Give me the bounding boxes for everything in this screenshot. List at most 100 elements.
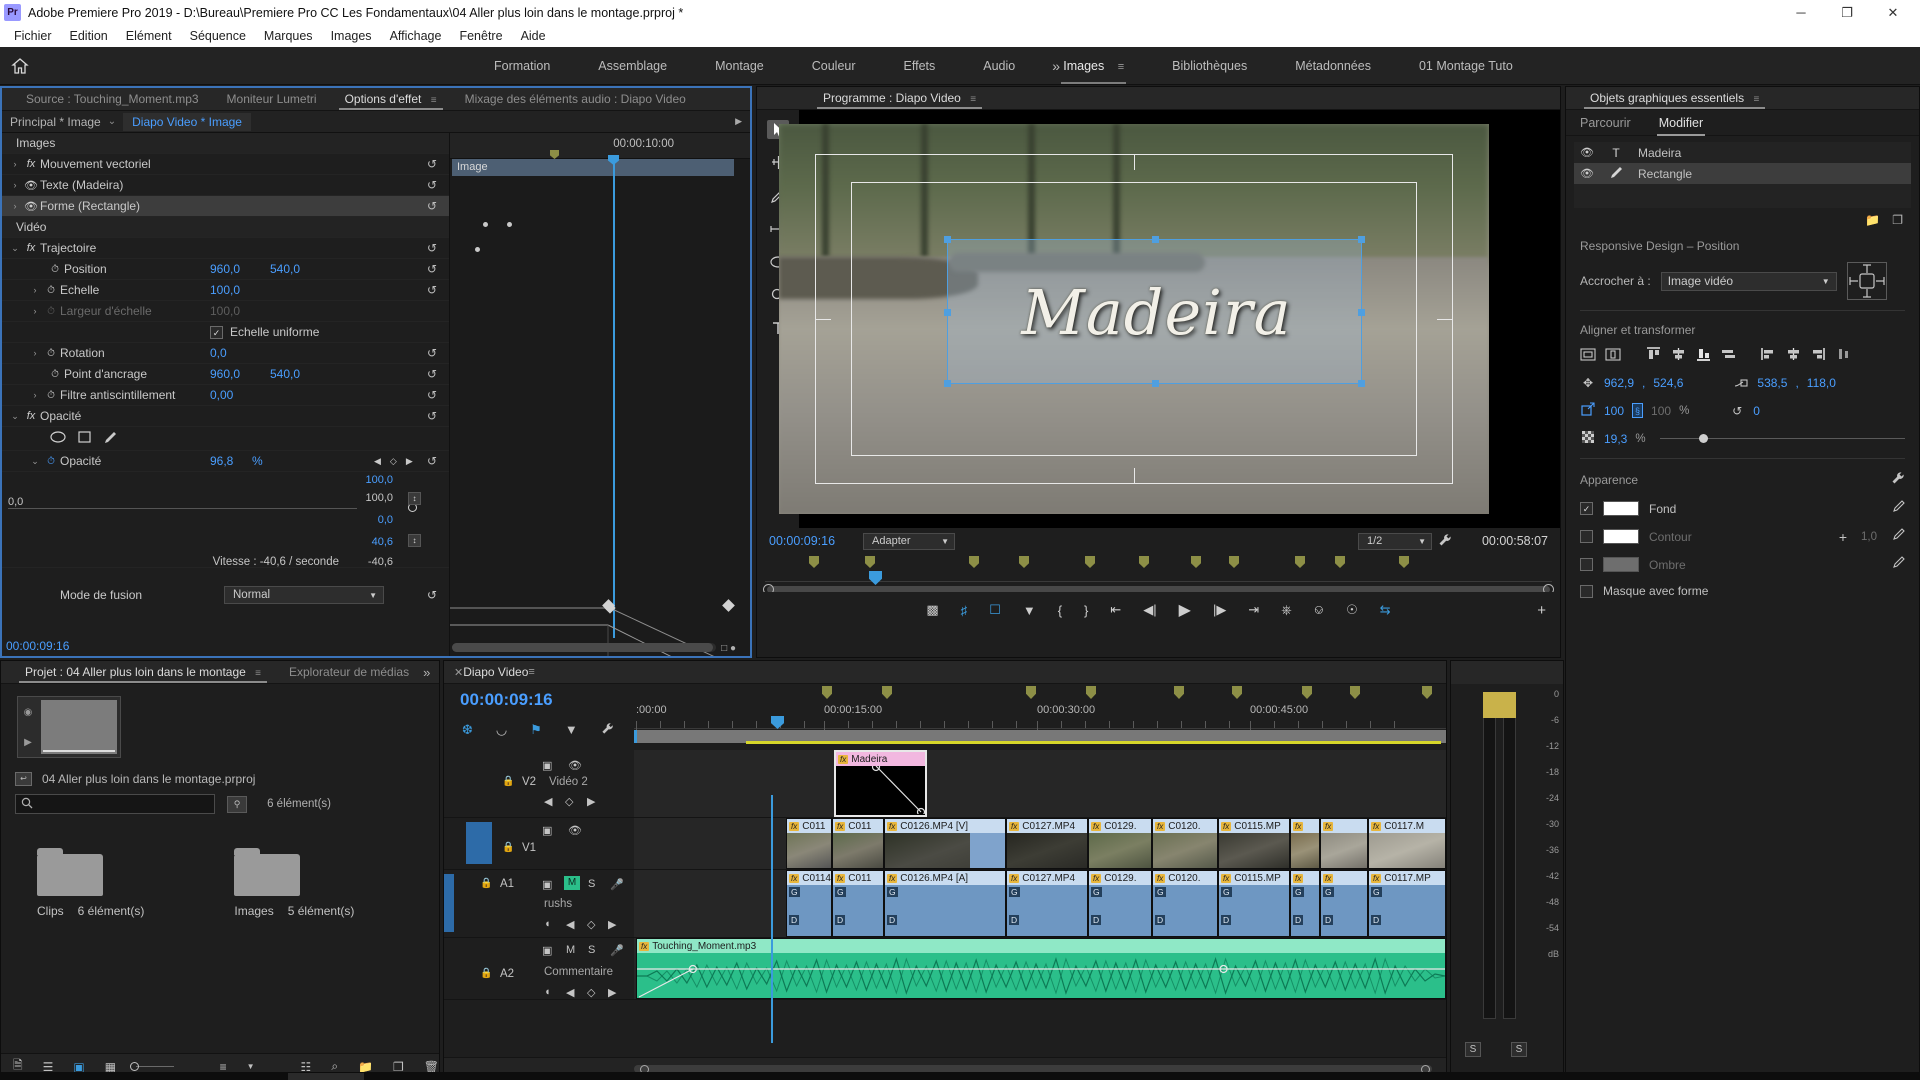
tab-audio-mixer[interactable]: Mixage des éléments audio : Diapo Video [451,92,700,106]
reset-icon[interactable]: ↺ [427,367,437,381]
clip-a1-6[interactable]: fx C0120. G D [1152,870,1218,937]
track-a2-area[interactable]: fx Touching_Moment.mp3 [634,938,1446,1000]
opacity-slider-track[interactable] [8,508,357,509]
reset-icon[interactable]: ↺ [427,388,437,402]
track-name[interactable]: Commentaire [544,966,613,978]
property-value[interactable]: 0,0 [210,346,227,360]
twirl-icon[interactable]: ⌄ [8,411,22,422]
clip-a1-2[interactable]: fx C011 G D [832,870,884,937]
solo-button-left[interactable]: S [1465,1042,1481,1057]
tab-modifier[interactable]: Modifier [1656,116,1706,136]
mark-out-icon[interactable]: } [1084,603,1088,618]
eyedropper-icon[interactable] [1891,528,1905,545]
property-value-x[interactable]: 960,0 [210,262,240,276]
resize-handle-bl[interactable] [944,380,951,387]
eyedropper-icon[interactable] [1891,500,1905,517]
monitor-current-timecode[interactable]: 00:00:09:16 [769,534,835,548]
ec-timeline-ruler[interactable]: 00:00:10:00 [450,133,750,159]
workspace-tab-couleur[interactable]: Couleur [788,59,880,73]
blend-mode-select[interactable]: Normal ▼ [224,586,384,604]
twirl-icon[interactable]: › [8,180,22,190]
bin-images[interactable]: Images 5 élément(s) [234,848,354,918]
marker-icon[interactable] [882,686,892,699]
solo-button-right[interactable]: S [1511,1042,1527,1057]
marker-icon[interactable] [1174,686,1184,699]
clip-v1-9[interactable]: fx [1320,818,1368,869]
marker-icon[interactable] [809,556,819,568]
mark-in-icon[interactable]: { [1058,603,1062,618]
track-header-a2[interactable]: 🔒 A2 ▣ M S 🎤 Commentaire ◖ ◀ ◇ ▶ [444,938,634,1000]
workspace-tab-formation[interactable]: Formation [470,59,574,73]
workspace-tab-metadonnees[interactable]: Métadonnées [1271,59,1395,73]
workspace-tab-effets[interactable]: Effets [880,59,960,73]
marker-icon[interactable] [1232,686,1242,699]
tab-lumetri-monitor[interactable]: Moniteur Lumetri [213,92,331,106]
keyframe-marker[interactable] [475,247,480,252]
resize-handle-br[interactable] [1358,380,1365,387]
tab-effect-controls[interactable]: Options d'effet ≡ [331,92,451,110]
panel-burger-icon[interactable]: ≡ [528,666,534,678]
anchor-x-value[interactable]: 538,5 [1757,376,1787,390]
menu-item-images[interactable]: Images [322,29,381,43]
voice-record-icon[interactable]: 🎤 [610,944,624,957]
track-v2-area[interactable]: fx Madeira [634,750,1446,818]
clip-a1-4[interactable]: fx C0127.MP4 G D [1006,870,1088,937]
marker-icon[interactable] [1399,556,1409,568]
title-text-overlay[interactable]: Madeira [959,242,1354,382]
menu-item-affichage[interactable]: Affichage [381,29,451,43]
timeline-settings-icon[interactable] [601,722,614,738]
clip-v1-7[interactable]: fx C0115.MP [1218,818,1290,869]
marker-icon[interactable]: ▼ [565,722,578,738]
clip-a1-9[interactable]: fx G D [1320,870,1368,937]
twirl-icon[interactable]: › [28,306,42,316]
clip-v1-1[interactable]: fx C011 [786,818,832,869]
tab-parcourir[interactable]: Parcourir [1580,116,1631,130]
tab-source-monitor[interactable]: Source : Touching_Moment.mp3 [12,92,213,106]
twirl-icon[interactable]: › [8,201,22,211]
ec-horizontal-scrollbar[interactable] [452,643,716,652]
menu-item-fenetre[interactable]: Fenêtre [450,29,511,43]
stopwatch-icon[interactable]: ⏱ [46,369,64,380]
eyedropper-icon[interactable] [1891,556,1905,573]
track-header-v1[interactable]: ▣ 👁 🔒 V1 [444,818,634,870]
next-keyframe-icon[interactable]: ▶ [608,918,616,931]
keyframe-marker[interactable] [483,222,488,227]
scale-icon[interactable] [1580,402,1596,419]
monitor-playhead[interactable] [869,571,882,585]
menu-item-element[interactable]: Elément [117,29,181,43]
align-v-center-video-icon[interactable] [1605,346,1621,362]
layer-item-madeira[interactable]: 👁 T Madeira [1574,142,1911,163]
property-opacite[interactable]: ⌄ ⏱ Opacité 96,8 % ◀ ◇ ▶ ↺ [2,451,449,472]
reset-icon[interactable]: ↺ [427,199,437,213]
property-rotation[interactable]: › ⏱ Rotation 0,0 ↺ [2,343,449,364]
eye-icon[interactable]: 👁 [22,200,40,213]
reset-icon[interactable]: ↺ [427,454,437,468]
marker-icon[interactable] [1302,686,1312,699]
rotation-value[interactable]: 0 [1753,404,1760,418]
align-h-center-video-icon[interactable] [1580,346,1596,362]
effect-trajectoire[interactable]: ⌄ fx Trajectoire ↺ [2,238,449,259]
marker-icon[interactable] [1422,686,1432,699]
scale-width-value[interactable]: 100 [1604,404,1624,418]
property-largeur-echelle[interactable]: › ⏱ Largeur d'échelle 100,0 [2,301,449,322]
reset-icon[interactable]: ↺ [427,178,437,192]
rectangle-mask-icon[interactable] [78,431,91,446]
align-bottom-icon[interactable] [1695,346,1711,362]
responsive-pin-diagram[interactable] [1846,262,1887,300]
marker-icon[interactable] [865,556,875,568]
checkbox-contour[interactable] [1580,530,1593,543]
add-marker-icon[interactable]: ▩ [926,602,938,618]
link-scale-icon[interactable]: § [1632,403,1644,418]
twirl-icon[interactable]: › [28,348,42,358]
pin-to-select[interactable]: Image vidéo ▼ [1660,271,1837,291]
program-video-frame[interactable]: Madeira [779,124,1489,514]
clip-v1-10[interactable]: fx C0117.M [1368,818,1446,869]
workspace-tab-audio[interactable]: Audio [959,59,1039,73]
lift-icon[interactable]: ⎈ [1281,602,1291,618]
marker-icon[interactable] [1335,556,1345,568]
clip-touching-moment[interactable]: fx Touching_Moment.mp3 [636,938,1446,999]
timeline-timecode[interactable]: 00:00:09:16 [460,690,634,710]
resize-handle-tr[interactable] [1358,236,1365,243]
marker-icon[interactable] [822,686,832,699]
close-icon[interactable]: ✕ [454,666,463,679]
